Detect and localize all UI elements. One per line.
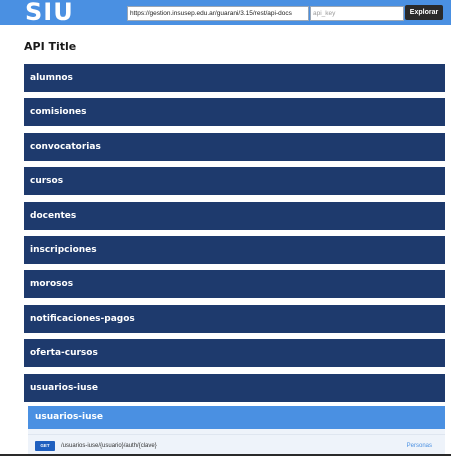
page-title: API Title <box>24 40 77 53</box>
expanded-resource-header[interactable]: usuarios-iuse <box>28 406 445 429</box>
expanded-resource-panel: usuarios-iuse GET /usuarios-iuse/{usuari… <box>28 406 445 456</box>
explore-button[interactable]: Explorar <box>405 5 443 20</box>
api-key-input[interactable] <box>310 6 404 21</box>
resource-oferta-cursos[interactable]: oferta-cursos <box>24 339 445 368</box>
siu-logo: SIU <box>25 0 74 26</box>
resource-list: alumnos comisiones convocatorias cursos … <box>24 64 445 408</box>
resource-docentes[interactable]: docentes <box>24 201 445 230</box>
resource-usuarios-iuse[interactable]: usuarios-iuse <box>24 373 445 402</box>
resource-inscripciones[interactable]: inscripciones <box>24 235 445 264</box>
resource-alumnos[interactable]: alumnos <box>24 64 445 92</box>
resource-morosos[interactable]: morosos <box>24 270 445 299</box>
resource-comisiones[interactable]: comisiones <box>24 98 445 127</box>
top-bar: SIU Explorar <box>0 0 451 25</box>
api-url-input[interactable] <box>127 6 309 21</box>
resource-cursos[interactable]: cursos <box>24 167 445 196</box>
resource-convocatorias[interactable]: convocatorias <box>24 132 445 161</box>
resource-notificaciones-pagos[interactable]: notificaciones-pagos <box>24 304 445 333</box>
operation-path[interactable]: /usuarios-iuse/{usuario}/auth/{clave} <box>61 440 157 452</box>
operation-summary[interactable]: Personas <box>407 440 432 452</box>
get-method-badge: GET <box>35 441 55 451</box>
